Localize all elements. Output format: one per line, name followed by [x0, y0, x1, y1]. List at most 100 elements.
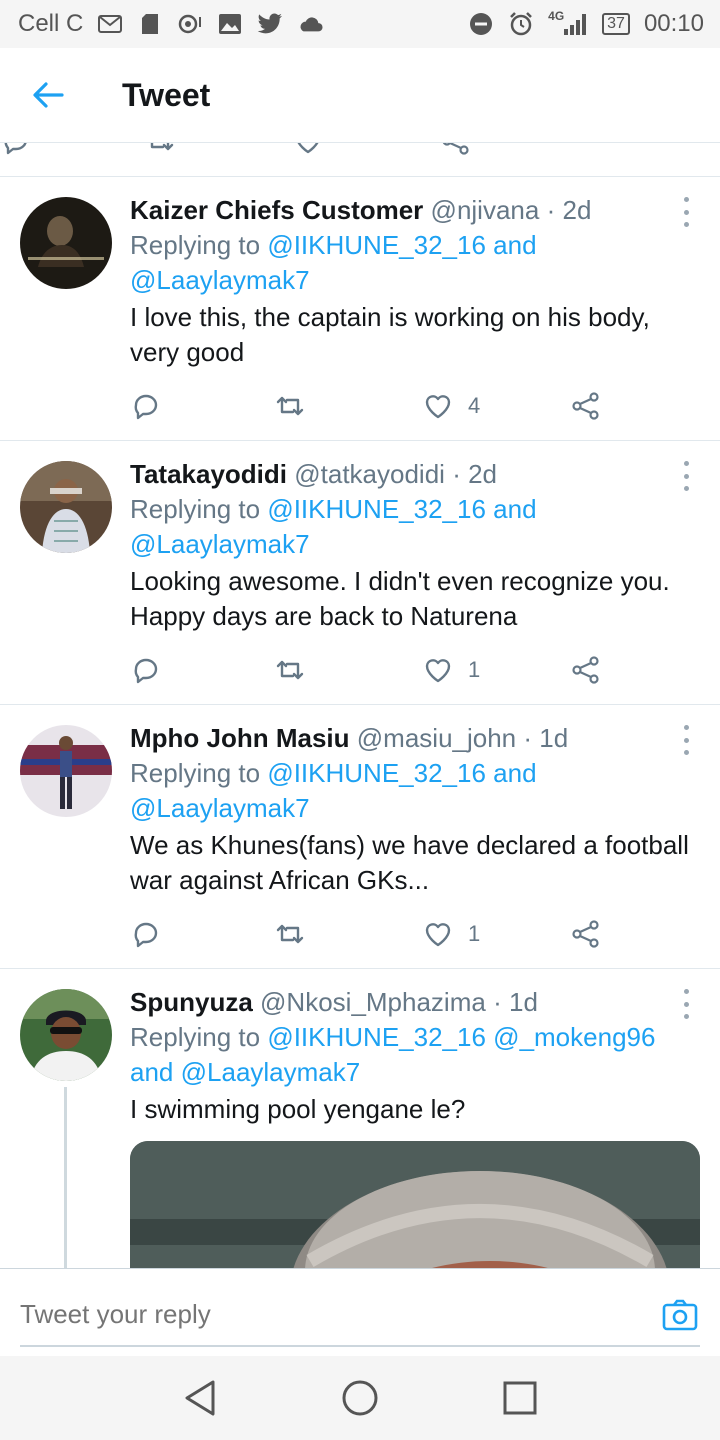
share-button[interactable]: [570, 650, 602, 690]
twitter-icon: [257, 11, 283, 37]
author-handle[interactable]: @Nkosi_Mphazima: [260, 987, 486, 1017]
reply-icon: [4, 143, 27, 155]
tweet[interactable]: Tatakayodidi @tatkayodidi · 2d Replying …: [0, 441, 720, 705]
more-options-button[interactable]: [680, 725, 692, 755]
retweet-icon: [276, 924, 304, 944]
timestamp: 2d: [468, 459, 498, 489]
like-count: 4: [468, 393, 481, 418]
mention-link[interactable]: @Laaylaymak7: [130, 265, 310, 295]
author-handle[interactable]: @masiu_john: [357, 723, 516, 753]
share-button[interactable]: [570, 386, 602, 426]
retweet-button[interactable]: [274, 650, 306, 690]
mention-joiner[interactable]: and: [493, 230, 536, 260]
author-name[interactable]: Mpho John Masiu: [130, 723, 350, 753]
reply-button[interactable]: [130, 386, 162, 426]
more-options-button[interactable]: [680, 197, 692, 227]
tweet-text: I swimming pool yengane le?: [130, 1094, 466, 1124]
nav-back-button[interactable]: [178, 1376, 222, 1420]
reply-icon: [134, 658, 158, 684]
share-button[interactable]: [570, 914, 602, 954]
camera-icon: [662, 1299, 698, 1331]
gallery-icon: [217, 11, 243, 37]
clock: 00:10: [643, 10, 704, 37]
avatar[interactable]: [20, 989, 112, 1081]
reply-input[interactable]: [20, 1289, 620, 1339]
tweet-text: Looking awesome. I didn't even recognize…: [130, 566, 670, 631]
status-bar: Cell C 4G 37 00:10: [0, 0, 720, 48]
retweet-icon: [276, 660, 304, 680]
thread-connector: [64, 1087, 67, 1268]
share-button[interactable]: [440, 143, 472, 161]
timestamp: 1d: [539, 723, 569, 753]
triangle-back-icon: [185, 1380, 215, 1416]
tweet-media-image[interactable]: [130, 1141, 700, 1268]
mention-link[interactable]: @IIKHUNE_32_16: [267, 230, 486, 260]
like-count: 1: [468, 657, 481, 682]
heart-icon: [425, 923, 451, 947]
alarm-icon: [508, 11, 534, 37]
mention-link[interactable]: @IIKHUNE_32_16: [267, 1022, 486, 1052]
replying-to: Replying to @IIKHUNE_32_16 and @Laaylaym…: [130, 230, 537, 295]
mention-link[interactable]: @Laaylaymak7: [181, 1057, 361, 1087]
mention-link[interactable]: @IIKHUNE_32_16: [267, 494, 486, 524]
nav-home-button[interactable]: [338, 1376, 382, 1420]
retweet-icon: [276, 396, 304, 416]
like-button[interactable]: 1: [422, 650, 480, 690]
author-name[interactable]: Spunyuza: [130, 987, 253, 1017]
tweet[interactable]: Kaizer Chiefs Customer @njivana · 2d Rep…: [0, 177, 720, 441]
author-handle[interactable]: @tatkayodidi: [294, 459, 445, 489]
share-icon: [442, 143, 469, 155]
share-icon: [572, 920, 599, 948]
reply-button[interactable]: [130, 914, 162, 954]
retweet-button[interactable]: [274, 386, 306, 426]
page-title: Tweet: [122, 76, 211, 113]
mention-link[interactable]: @_mokeng96: [493, 1022, 655, 1052]
avatar[interactable]: [20, 725, 112, 817]
app-bar: Tweet: [0, 48, 720, 143]
avatar[interactable]: [20, 461, 112, 553]
carrier-label: Cell C: [18, 10, 84, 37]
mention-link[interactable]: @Laaylaymak7: [130, 793, 310, 823]
mention-joiner[interactable]: and: [493, 494, 536, 524]
heart-icon: [425, 659, 451, 683]
previous-tweet-actions: [0, 143, 720, 177]
reply-button[interactable]: [0, 143, 32, 161]
camera-button[interactable]: [662, 1297, 698, 1333]
like-button[interactable]: 4: [422, 386, 480, 426]
like-count: 1: [468, 921, 481, 946]
like-button[interactable]: [292, 143, 324, 161]
reply-button[interactable]: [130, 650, 162, 690]
square-recents-icon: [503, 1381, 537, 1415]
tweet[interactable]: Spunyuza @Nkosi_Mphazima · 1d Replying t…: [0, 969, 720, 1268]
mention-joiner[interactable]: and: [493, 758, 536, 788]
timestamp: 1d: [508, 987, 538, 1017]
separator-dot: ·: [546, 195, 556, 225]
like-button[interactable]: 1: [422, 914, 480, 954]
tweet-text: I love this, the captain is working on h…: [130, 302, 650, 367]
author-name[interactable]: Tatakayodidi: [130, 459, 287, 489]
author-handle[interactable]: @njivana: [431, 195, 540, 225]
timestamp: 2d: [562, 195, 592, 225]
more-options-button[interactable]: [680, 461, 692, 491]
sdcard-icon: [137, 11, 163, 37]
reply-composer: [0, 1268, 720, 1356]
retweet-button[interactable]: [144, 143, 176, 161]
author-name[interactable]: Kaizer Chiefs Customer: [130, 195, 423, 225]
tweet[interactable]: Mpho John Masiu @masiu_john · 1d Replyin…: [0, 705, 720, 969]
replying-to: Replying to @IIKHUNE_32_16 and @Laaylaym…: [130, 758, 537, 823]
retweet-icon: [150, 143, 174, 151]
arrow-left-icon: [33, 82, 64, 108]
mention-joiner[interactable]: and: [130, 1057, 173, 1087]
nav-recents-button[interactable]: [498, 1376, 542, 1420]
separator-dot: ·: [493, 987, 502, 1017]
retweet-button[interactable]: [274, 914, 306, 954]
dnd-icon: [468, 11, 494, 37]
avatar[interactable]: [20, 197, 112, 289]
mention-link[interactable]: @Laaylaymak7: [130, 529, 310, 559]
signal-icon: 4G: [548, 9, 588, 37]
mention-link[interactable]: @IIKHUNE_32_16: [267, 758, 486, 788]
system-nav-bar: [0, 1356, 720, 1440]
back-button[interactable]: [0, 48, 96, 143]
more-options-button[interactable]: [680, 989, 692, 1019]
cloud-icon: [297, 11, 323, 37]
